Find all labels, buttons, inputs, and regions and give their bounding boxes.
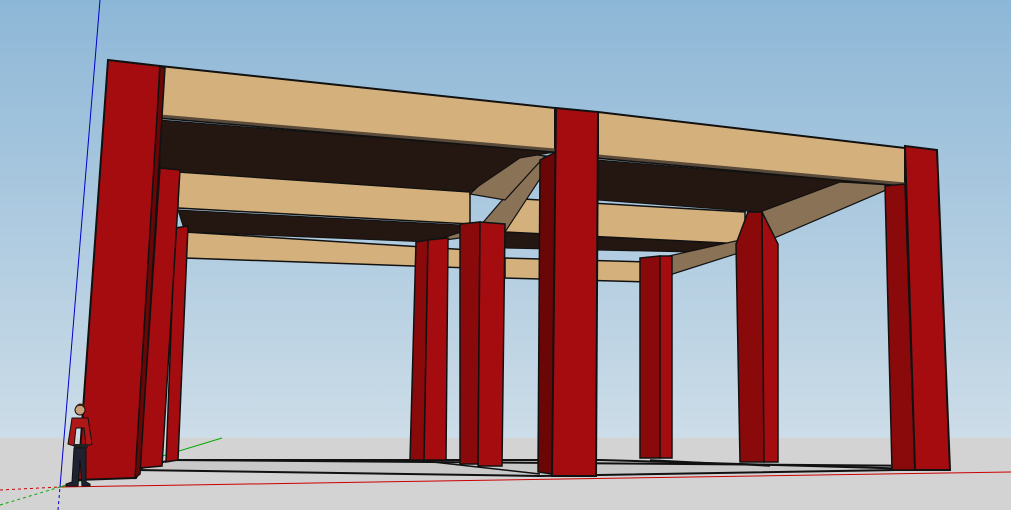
column-mid-center-b — [477, 221, 506, 467]
sketchup-3d-viewport[interactable] — [0, 0, 1011, 510]
column-mid-right-a — [735, 211, 765, 463]
column-front-center-face — [550, 106, 600, 477]
column-mid-center-a — [459, 221, 481, 465]
column-back-mid-b — [423, 237, 449, 461]
column-back-right-a — [639, 255, 661, 459]
column-mid-right-b — [761, 211, 779, 463]
column-back-right-b — [659, 255, 673, 459]
model-scene[interactable] — [0, 0, 1011, 510]
